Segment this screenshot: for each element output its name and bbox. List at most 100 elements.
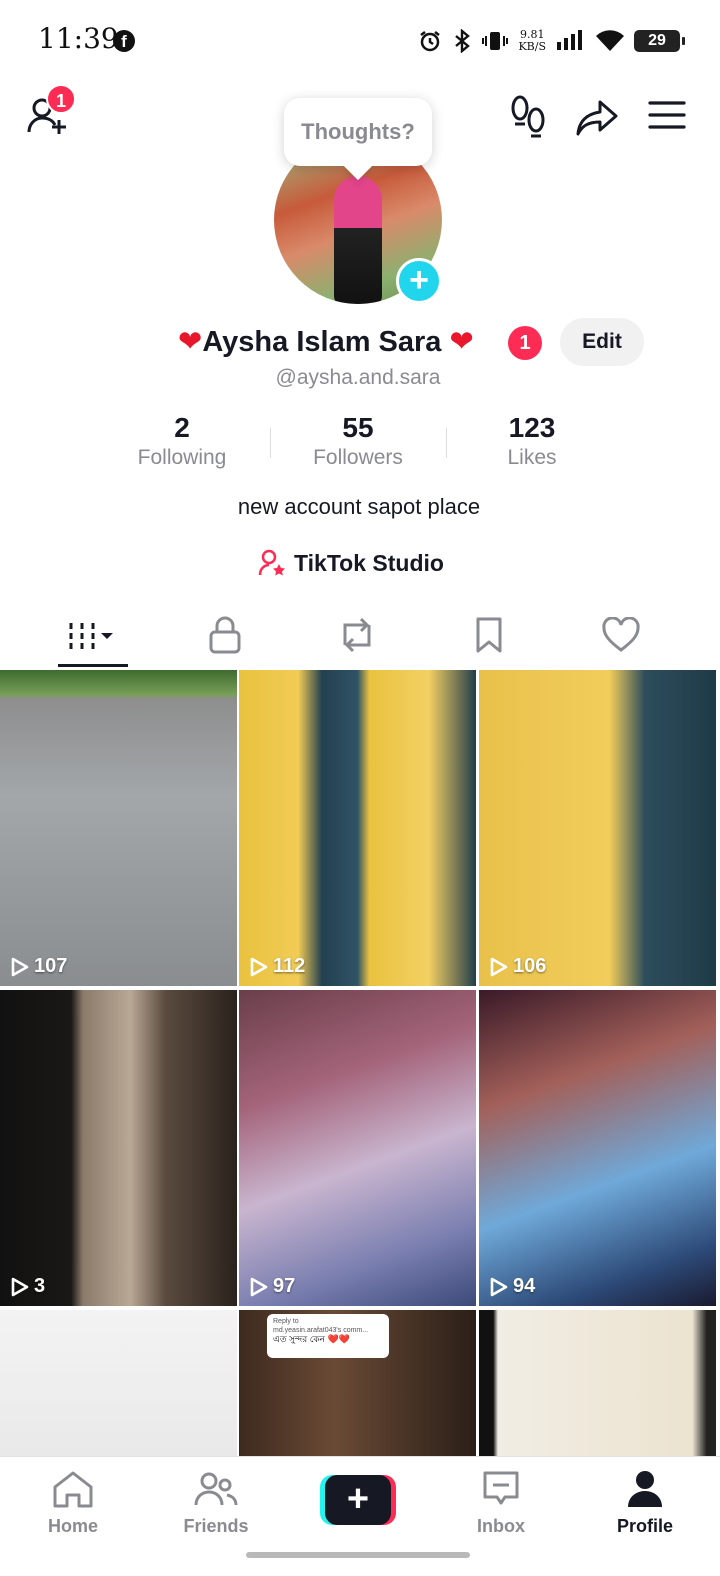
tab-liked[interactable]	[586, 610, 656, 660]
video-thumbnail[interactable]	[0, 1310, 237, 1456]
facebook-icon: f	[113, 30, 135, 52]
bottom-navigation: Home Friends + Inbox Profile	[0, 1456, 720, 1576]
nav-inbox[interactable]: Inbox	[446, 1469, 556, 1537]
stat-following[interactable]: 2 Following	[94, 412, 270, 470]
nav-label: Profile	[616, 1516, 673, 1536]
view-count: 106	[489, 955, 546, 978]
create-post-button[interactable]: +	[320, 1475, 396, 1525]
nav-friends[interactable]: Friends	[161, 1469, 271, 1537]
add-story-button[interactable]: +	[396, 258, 442, 304]
share-profile-button[interactable]	[576, 94, 620, 143]
view-count-value: 106	[513, 955, 547, 977]
view-count-value: 94	[513, 1275, 536, 1297]
stat-label: Likes	[507, 446, 557, 469]
thoughts-tooltip[interactable]: Thoughts?	[284, 98, 432, 166]
video-thumbnail[interactable]: Reply to md.yeasin.arafat043's comm... এ…	[239, 1310, 476, 1456]
video-thumbnail[interactable]: 3	[0, 990, 237, 1306]
stat-followers[interactable]: 55 Followers	[270, 412, 446, 470]
profile-bio: new account sapot place	[237, 494, 481, 519]
add-friend-button[interactable]: 1	[26, 84, 76, 144]
vibrate-icon	[482, 32, 509, 50]
net-speed-unit: KB/S	[518, 40, 546, 53]
video-thumbnail[interactable]: 97	[239, 990, 476, 1306]
profile-name-text: Aysha Islam Sara	[202, 326, 442, 358]
view-count-value: 107	[34, 955, 68, 977]
view-count-value: 97	[273, 1275, 296, 1297]
video-thumbnail[interactable]: 107	[0, 670, 237, 986]
signal-icon	[557, 30, 582, 50]
stat-label: Following	[137, 446, 227, 469]
network-speed: 9.81 KB/S	[518, 29, 546, 53]
repost-icon	[343, 617, 371, 653]
wifi-icon	[596, 30, 624, 51]
profile-stats: 2 Following 55 Followers 123 Likes	[0, 412, 720, 476]
name-notification-badge: 1	[508, 326, 542, 360]
stat-value: 123	[508, 412, 556, 443]
inbox-icon	[483, 1471, 519, 1505]
heart-icon	[602, 617, 640, 652]
video-grid: 107 112 106 3 97 94 Reply to md.yeasin.a…	[0, 670, 720, 1456]
active-tab-indicator	[58, 664, 128, 667]
studio-person-star-icon	[258, 549, 285, 576]
nav-label: Friends	[183, 1516, 249, 1536]
profile-views-button[interactable]	[508, 94, 548, 143]
home-indicator[interactable]	[246, 1552, 470, 1558]
play-icon	[490, 1277, 508, 1296]
play-icon	[250, 957, 268, 976]
bookmark-icon	[476, 617, 502, 653]
view-count: 3	[10, 1275, 45, 1298]
nav-profile[interactable]: Profile	[590, 1469, 700, 1537]
video-thumbnail[interactable]	[479, 1310, 716, 1456]
profile-name-row: ❤Aysha Islam Sara ❤ 1 Edit	[0, 318, 720, 368]
friend-request-badge: 1	[46, 84, 76, 114]
content-tabs	[0, 600, 720, 668]
profile-handle: @aysha.and.sara	[275, 366, 441, 389]
plus-icon: +	[325, 1475, 391, 1525]
nav-home[interactable]: Home	[18, 1469, 128, 1537]
nav-label: Home	[47, 1516, 98, 1536]
reply-title: Reply to	[273, 1318, 299, 1325]
stat-likes[interactable]: 123 Likes	[444, 412, 620, 470]
tab-favorites[interactable]	[454, 610, 524, 660]
video-thumbnail[interactable]: 106	[479, 670, 716, 986]
hamburger-menu-icon	[648, 101, 686, 129]
profile-name: ❤Aysha Islam Sara ❤	[178, 324, 474, 359]
stat-value: 2	[174, 412, 190, 443]
view-count: 97	[249, 1275, 295, 1298]
reply-text: এত সুন্দর কেন ❤️❤️	[273, 1334, 350, 1344]
video-thumbnail[interactable]: 94	[479, 990, 716, 1306]
studio-label: TikTok Studio	[294, 549, 444, 576]
video-thumbnail[interactable]: 112	[239, 670, 476, 986]
bluetooth-icon	[455, 29, 471, 53]
tab-private[interactable]	[190, 610, 260, 660]
heart-emoji-icon: ❤	[178, 326, 203, 358]
videos-grid-icon	[69, 623, 113, 649]
view-count: 112	[249, 955, 305, 978]
share-arrow-icon	[576, 100, 618, 136]
battery-indicator: 29	[634, 30, 685, 52]
alarm-icon	[420, 31, 441, 52]
play-icon	[11, 957, 29, 976]
play-icon	[250, 1277, 268, 1296]
view-count: 107	[10, 955, 67, 978]
tab-videos[interactable]	[58, 610, 128, 660]
view-count: 94	[489, 1275, 535, 1298]
home-icon	[53, 1471, 93, 1508]
menu-button[interactable]	[648, 98, 686, 137]
reply-comment-sticker: Reply to md.yeasin.arafat043's comm... এ…	[267, 1314, 389, 1358]
friends-icon	[194, 1472, 238, 1506]
edit-profile-button[interactable]: Edit	[560, 318, 644, 366]
tab-reposts[interactable]	[322, 610, 392, 660]
nav-label: Inbox	[477, 1516, 525, 1536]
tiktok-studio-link[interactable]: TikTok Studio	[258, 546, 444, 580]
status-icons: 9.81 KB/S 29	[418, 26, 685, 56]
lock-icon	[209, 616, 241, 654]
stat-value: 55	[342, 412, 374, 443]
status-bar: 11:39 f 9.81 KB/S 29	[0, 0, 720, 80]
play-icon	[490, 957, 508, 976]
profile-icon	[628, 1471, 662, 1507]
footprints-icon	[511, 95, 545, 138]
view-count-value: 112	[273, 955, 306, 977]
avatar-figure	[334, 176, 382, 304]
heart-emoji-icon: ❤	[449, 326, 474, 358]
